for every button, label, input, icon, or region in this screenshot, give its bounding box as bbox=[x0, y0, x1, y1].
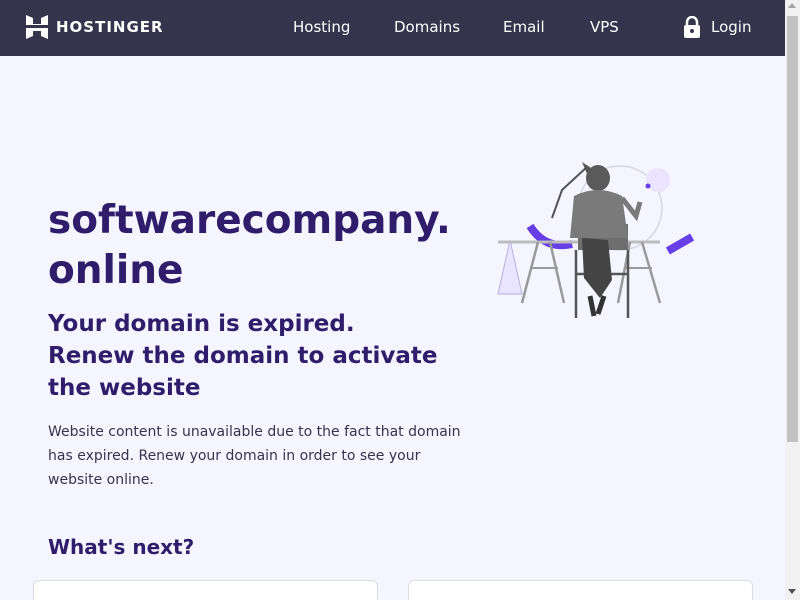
domain-name-title: softwarecompany.online bbox=[48, 198, 451, 293]
next-step-card bbox=[408, 580, 753, 600]
login-button[interactable]: Login bbox=[683, 16, 751, 38]
nav-link-domains[interactable]: Domains bbox=[394, 18, 460, 36]
expired-description: Website content is unavailable due to th… bbox=[48, 424, 461, 488]
hostinger-logo[interactable]: HOSTINGER bbox=[26, 15, 164, 39]
hostinger-logo-icon bbox=[26, 15, 48, 39]
scroll-thumb[interactable] bbox=[787, 16, 798, 442]
next-step-card bbox=[33, 580, 378, 600]
vertical-scrollbar[interactable] bbox=[785, 0, 800, 600]
expired-headline: Your domain is expired. Renew the domain… bbox=[48, 311, 438, 401]
nav-link-vps[interactable]: VPS bbox=[590, 18, 619, 36]
nav-link-email[interactable]: Email bbox=[503, 18, 545, 36]
scroll-up-arrow-icon[interactable] bbox=[788, 3, 796, 8]
whats-next-heading: What's next? bbox=[48, 535, 195, 559]
logo-text: HOSTINGER bbox=[56, 18, 164, 36]
login-label: Login bbox=[711, 18, 752, 36]
lock-icon bbox=[684, 16, 700, 38]
scroll-down-arrow-icon[interactable] bbox=[788, 589, 796, 594]
nav-link-hosting[interactable]: Hosting bbox=[293, 18, 350, 36]
person-at-desk-illustration bbox=[497, 162, 695, 318]
top-navbar: HOSTINGER Hosting Domains Email VPS Logi… bbox=[0, 0, 785, 56]
